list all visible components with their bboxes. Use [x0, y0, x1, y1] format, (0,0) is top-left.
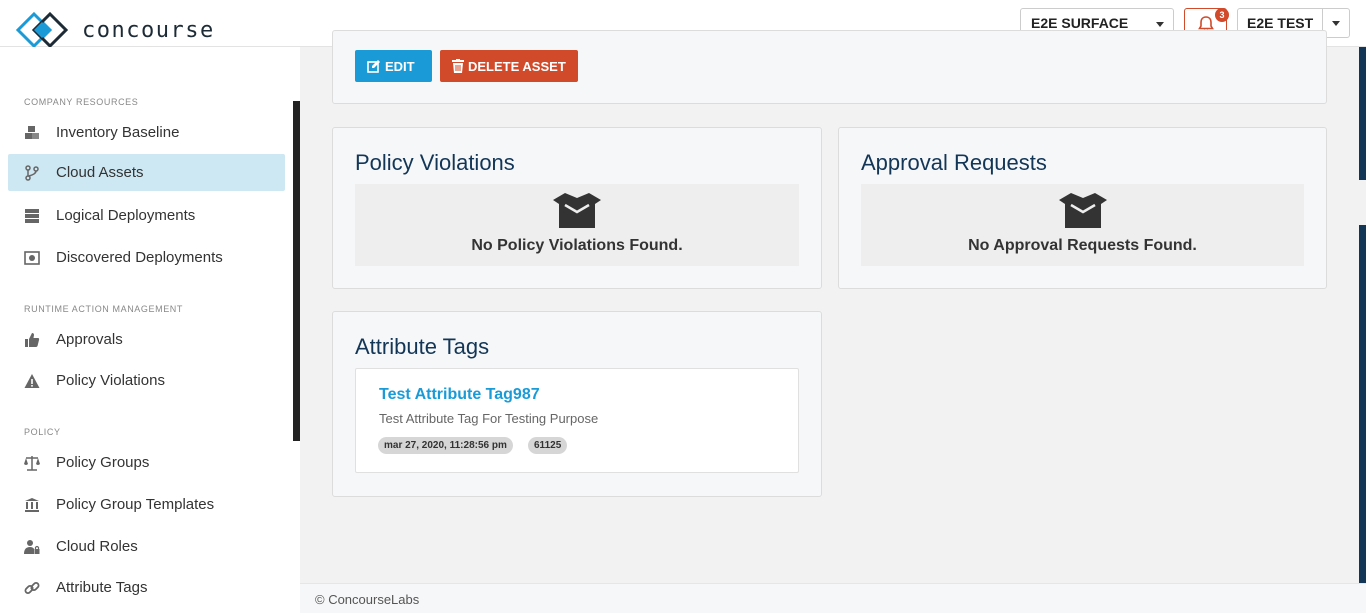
- sidebar-item-label: Policy Group Templates: [56, 496, 215, 513]
- footer-copyright: © ConcourseLabs: [315, 592, 420, 607]
- section-title-company-resources: COMPANY RESOURCES: [24, 97, 139, 107]
- main-scrollbar[interactable]: [1359, 47, 1366, 180]
- chevron-down-icon: [1332, 21, 1341, 26]
- attribute-tag-description: Test Attribute Tag For Testing Purpose: [379, 411, 599, 426]
- attribute-tag-timestamp-badge: mar 27, 2020, 11:28:56 pm: [378, 437, 513, 454]
- user-menu-toggle[interactable]: [1323, 9, 1349, 37]
- footer: © ConcourseLabs: [300, 583, 1366, 613]
- sidebar-item-label: Policy Groups: [56, 454, 150, 471]
- sidebar-item-cloud-assets[interactable]: Cloud Assets: [8, 154, 285, 191]
- sidebar-item-label: Policy Violations: [56, 372, 165, 389]
- brand-logo[interactable]: concourse: [16, 12, 215, 48]
- sidebar-item-inventory-baseline[interactable]: Inventory Baseline: [8, 114, 285, 151]
- cubes-icon: [25, 126, 39, 139]
- sidebar-item-label: Attribute Tags: [56, 579, 148, 596]
- open-box-icon: [553, 193, 601, 228]
- thumbs-up-icon: [25, 333, 40, 347]
- policy-violations-empty-text: No Policy Violations Found.: [471, 237, 683, 254]
- organization-select-value: E2E SURFACE: [1031, 15, 1129, 31]
- sidebar-item-label: Cloud Roles: [56, 538, 138, 555]
- trash-icon: [452, 59, 464, 73]
- attribute-tag-name-link[interactable]: Test Attribute Tag987: [379, 386, 540, 404]
- attribute-tag-id-badge: 61125: [528, 437, 568, 454]
- sidebar-item-label: Inventory Baseline: [56, 124, 180, 141]
- sidebar-item-policy-violations[interactable]: Policy Violations: [8, 362, 285, 399]
- policy-violations-title: Policy Violations: [355, 150, 515, 175]
- sidebar-item-label: Logical Deployments: [56, 207, 196, 224]
- approval-requests-title: Approval Requests: [861, 150, 1047, 175]
- sidebar-item-policy-groups[interactable]: Policy Groups: [8, 444, 285, 481]
- open-box-icon: [1058, 193, 1107, 228]
- approval-requests-empty-state: No Approval Requests Found.: [861, 184, 1304, 266]
- brand-name: concourse: [82, 17, 215, 43]
- sidebar-scrollbar[interactable]: [293, 101, 300, 441]
- balance-scale-icon: [24, 456, 40, 471]
- server-icon: [25, 209, 39, 223]
- code-branch-icon: [25, 165, 39, 181]
- edit-icon: [367, 60, 380, 73]
- sidebar-item-label: Approvals: [56, 331, 123, 348]
- sidebar-item-label: Discovered Deployments: [56, 249, 223, 266]
- notification-count-badge: 3: [1215, 8, 1229, 22]
- sidebar-item-logical-deployments[interactable]: Logical Deployments: [8, 197, 285, 234]
- delete-asset-button[interactable]: DELETE ASSET: [440, 50, 578, 82]
- attribute-tags-title: Attribute Tags: [355, 334, 490, 359]
- section-title-policy: POLICY: [24, 427, 61, 437]
- sidebar: COMPANY RESOURCES Inventory Baseline Clo…: [0, 47, 300, 613]
- sidebar-item-attribute-tags[interactable]: Attribute Tags: [8, 569, 285, 606]
- approval-requests-empty-text: No Approval Requests Found.: [968, 237, 1197, 254]
- sidebar-item-approvals[interactable]: Approvals: [8, 321, 285, 358]
- attribute-tag-card[interactable]: Test Attribute Tag987 Test Attribute Tag…: [355, 368, 799, 473]
- sidebar-item-cloud-roles[interactable]: Cloud Roles: [8, 528, 285, 565]
- concourse-logo-icon: [16, 12, 68, 48]
- delete-asset-button-label: DELETE ASSET: [468, 58, 566, 74]
- edit-button[interactable]: EDIT: [355, 50, 432, 82]
- warning-icon: [24, 374, 40, 388]
- link-icon: [24, 582, 40, 594]
- sidebar-item-discovered-deployments[interactable]: Discovered Deployments: [8, 239, 285, 276]
- approval-requests-panel: Approval Requests No Approval Requests F…: [838, 127, 1327, 289]
- main-scrollbar-track[interactable]: [1359, 225, 1366, 583]
- sidebar-item-label: Cloud Assets: [56, 164, 144, 181]
- edit-button-label: EDIT: [385, 58, 415, 74]
- university-icon: [25, 498, 39, 512]
- sidebar-item-policy-group-templates[interactable]: Policy Group Templates: [8, 486, 285, 523]
- policy-violations-panel: Policy Violations No Policy Violations F…: [332, 127, 822, 289]
- policy-violations-empty-state: No Policy Violations Found.: [355, 184, 799, 266]
- user-lock-icon: [24, 540, 40, 554]
- section-title-runtime-action-management: RUNTIME ACTION MANAGEMENT: [24, 304, 184, 314]
- chevron-down-icon: [1156, 22, 1164, 27]
- search-dollar-icon: [24, 251, 40, 265]
